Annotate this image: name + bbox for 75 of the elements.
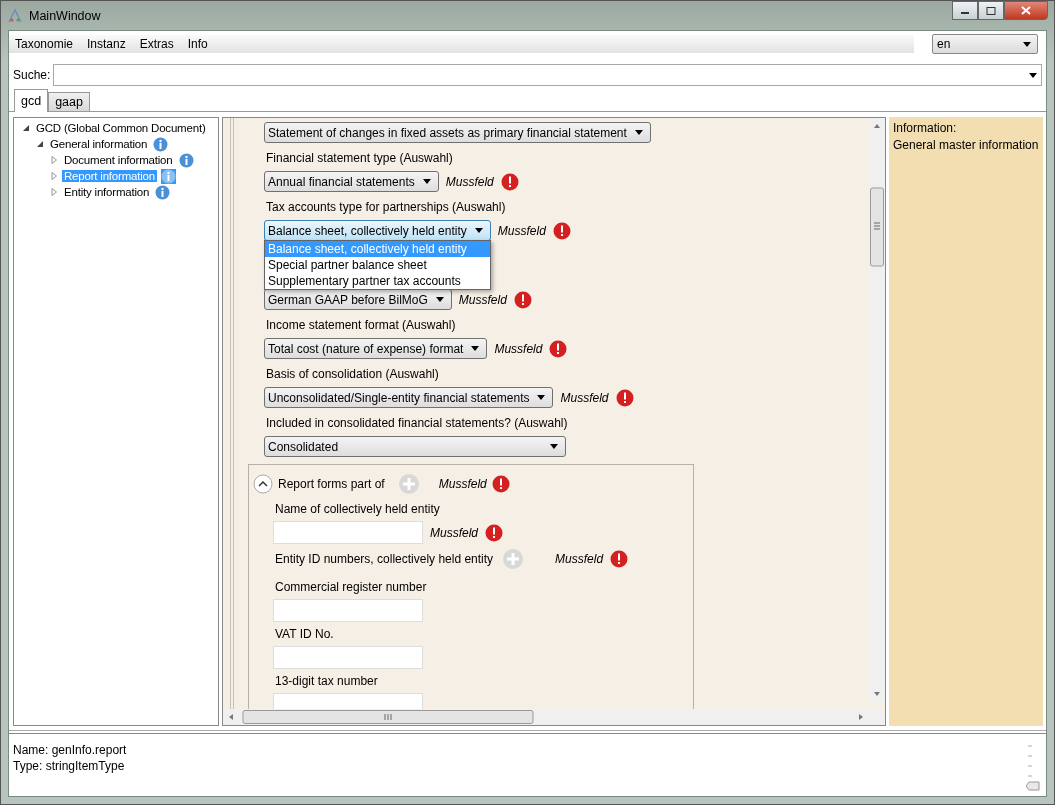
maximize-button[interactable] [978, 1, 1004, 20]
required-note: Mussfeld [560, 390, 609, 405]
required-note: Mussfeld [438, 477, 487, 491]
subgroup-title: Entity ID numbers, collectively held entity [274, 551, 495, 567]
tab[interactable]: gaap [48, 92, 90, 111]
input-field[interactable] [273, 521, 423, 544]
window-title: MainWindow [29, 8, 101, 23]
dropdown[interactable]: Statement of changes in fixed assets as primary financial statement [264, 122, 651, 143]
required-note: Mussfeld [497, 223, 546, 238]
collapse-button-icon[interactable] [253, 474, 273, 494]
dropdown-option[interactable]: Special partner balance sheet [265, 257, 490, 273]
field-label: VAT ID No. [274, 626, 335, 642]
tree-item[interactable]: Document information [62, 154, 175, 166]
caret-icon [422, 179, 431, 184]
caret-icon [634, 130, 643, 135]
input-field[interactable] [273, 599, 423, 622]
field-label: Tax accounts type for partnerships (Auswahl) [265, 199, 507, 215]
required-note: Mussfeld [555, 552, 604, 566]
caret-icon [1023, 41, 1031, 47]
menu-item[interactable]: Extras [133, 37, 180, 51]
dropdown[interactable]: Balance sheet, collectively held entity [264, 220, 491, 241]
detail-line: Type: stringItemType [13, 758, 126, 774]
detail-line: Name: genInfo.report [13, 742, 128, 758]
info-text: General master information [893, 137, 1039, 154]
expanded-arrow-icon[interactable] [36, 140, 44, 148]
required-note: Mussfeld [445, 174, 494, 189]
info-heading: Information: [893, 120, 958, 137]
dropdown[interactable]: German GAAP before BilMoG [264, 289, 452, 310]
required-note: Mussfeld [430, 525, 479, 540]
dropdown[interactable]: Unconsolidated/Single-entity financial statements [264, 387, 554, 408]
horizontal-scrollbar[interactable] [223, 709, 885, 725]
collapsed-arrow-icon[interactable] [50, 188, 58, 196]
search-label: Suche: [13, 68, 51, 82]
caret-icon [550, 444, 558, 449]
add-icon[interactable] [502, 548, 525, 570]
tab[interactable]: gcd [14, 89, 49, 112]
menu-item[interactable]: Instanz [81, 37, 132, 51]
language-dropdown[interactable]: en [932, 34, 1038, 54]
close-icon [1021, 6, 1031, 15]
resize-grip-icon[interactable] [1026, 742, 1040, 792]
caret-icon [471, 346, 480, 351]
field-label: Basis of consolidation (Auswahl) [265, 366, 440, 382]
maximize-icon [986, 6, 996, 15]
close-button[interactable] [1004, 1, 1048, 20]
dropdown[interactable]: Consolidated [264, 436, 566, 457]
app-icon [7, 7, 23, 24]
caret-icon [474, 228, 483, 233]
minimize-button[interactable] [952, 1, 978, 20]
tree-item[interactable]: General information [48, 138, 150, 150]
collapsed-arrow-icon[interactable] [50, 156, 58, 164]
vertical-scrollbar[interactable] [869, 118, 885, 702]
field-label: Included in consolidated financial statements? (Auswahl) [265, 415, 569, 431]
menu-item[interactable]: Info [181, 37, 214, 51]
dropdown[interactable]: Total cost (nature of expense) format [264, 338, 488, 359]
field-label: Commercial register number [274, 579, 428, 595]
collapsed-arrow-icon[interactable] [50, 172, 58, 180]
field-label: Income statement format (Auswahl) [265, 317, 457, 333]
dropdown-option[interactable]: Supplementary partner tax accounts [265, 273, 490, 289]
field-label: Name of collectively held entity [274, 501, 441, 517]
tree-item[interactable]: Entity information [62, 186, 152, 198]
caret-icon [435, 297, 444, 302]
menu-item[interactable]: Taxonomie [9, 37, 80, 51]
expanded-arrow-icon[interactable] [22, 124, 30, 132]
required-note: Mussfeld [494, 341, 543, 356]
search-field[interactable] [53, 64, 1042, 86]
group-title: Report forms part of [278, 477, 385, 491]
field-label: 13-digit tax number [274, 673, 379, 689]
required-note: Mussfeld [458, 292, 507, 307]
add-icon[interactable] [397, 473, 420, 495]
input-field[interactable] [273, 646, 423, 669]
field-label: Financial statement type (Auswahl) [265, 150, 454, 166]
tree-item[interactable]: GCD (Global Common Document) [34, 122, 208, 134]
caret-icon [537, 395, 546, 400]
caret-icon [1029, 72, 1037, 78]
dropdown[interactable]: Annual financial statements [264, 171, 439, 192]
